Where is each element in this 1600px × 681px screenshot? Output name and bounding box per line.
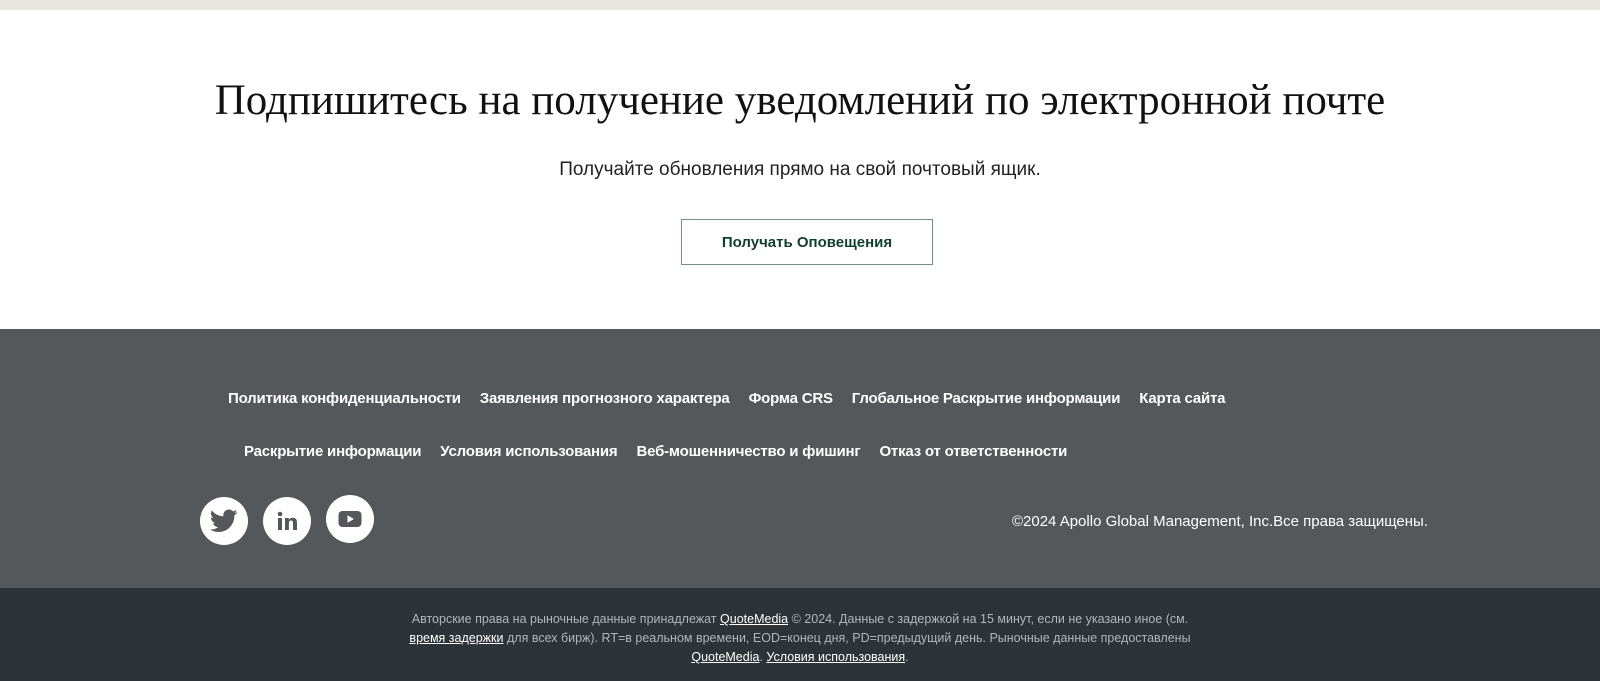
- youtube-button[interactable]: [326, 495, 374, 543]
- footer-link-terms[interactable]: Условия использования: [440, 443, 617, 460]
- footer-link-global-disclosure[interactable]: Глобальное Раскрытие информации: [852, 390, 1121, 407]
- twitter-button[interactable]: [200, 497, 248, 545]
- market-data-text: Авторские права на рыночные данные прина…: [0, 610, 1600, 667]
- disclaimer-text-2: © 2024. Данные с задержкой на 15 минут, …: [791, 612, 1189, 626]
- market-data-disclaimer: Авторские права на рыночные данные прина…: [0, 588, 1600, 681]
- disclaimer-text-1: Авторские права на рыночные данные прина…: [411, 612, 717, 626]
- end-dot: .: [905, 650, 909, 664]
- social-links: [200, 495, 389, 545]
- subscribe-subtitle: Получайте обновления прямо на свой почто…: [559, 159, 1041, 180]
- quotemedia-link-2[interactable]: QuoteMedia: [691, 650, 759, 664]
- linkedin-icon: [277, 511, 297, 530]
- top-strip: [0, 0, 1600, 10]
- get-alerts-button[interactable]: Получать Оповещения: [681, 219, 933, 265]
- quotemedia-link[interactable]: QuoteMedia: [720, 612, 788, 626]
- separator-dot: .: [759, 650, 763, 664]
- linkedin-button[interactable]: [263, 497, 311, 545]
- email-subscribe-section: Подпишитесь на получение уведомлений по …: [0, 10, 1600, 329]
- footer-link-disclaimer[interactable]: Отказ от ответственности: [879, 443, 1067, 460]
- footer: Политика конфиденциальности Заявления пр…: [0, 329, 1600, 588]
- delay-times-link[interactable]: время задержки: [409, 631, 503, 645]
- twitter-icon: [210, 509, 238, 532]
- footer-links-row-1: Политика конфиденциальности Заявления пр…: [228, 390, 1244, 407]
- footer-link-sitemap[interactable]: Карта сайта: [1139, 390, 1225, 407]
- footer-link-form-crs[interactable]: Форма CRS: [749, 390, 833, 407]
- quotemedia-terms-link[interactable]: Условия использования: [766, 650, 905, 664]
- copyright-text: ©2024 Apollo Global Management, Inc.Все …: [1011, 513, 1428, 530]
- footer-link-fraud-phishing[interactable]: Веб-мошенничество и фишинг: [637, 443, 861, 460]
- youtube-icon: [338, 511, 362, 527]
- footer-link-forward-looking[interactable]: Заявления прогнозного характера: [480, 390, 730, 407]
- footer-link-disclosure[interactable]: Раскрытие информации: [244, 443, 421, 460]
- subscribe-title: Подпишитесь на получение уведомлений по …: [214, 77, 1386, 124]
- footer-links-row-2: Раскрытие информации Условия использован…: [244, 443, 1086, 460]
- footer-link-privacy[interactable]: Политика конфиденциальности: [228, 390, 461, 407]
- disclaimer-text-3: для всех бирж). RT=в реальном времени, E…: [506, 631, 1191, 645]
